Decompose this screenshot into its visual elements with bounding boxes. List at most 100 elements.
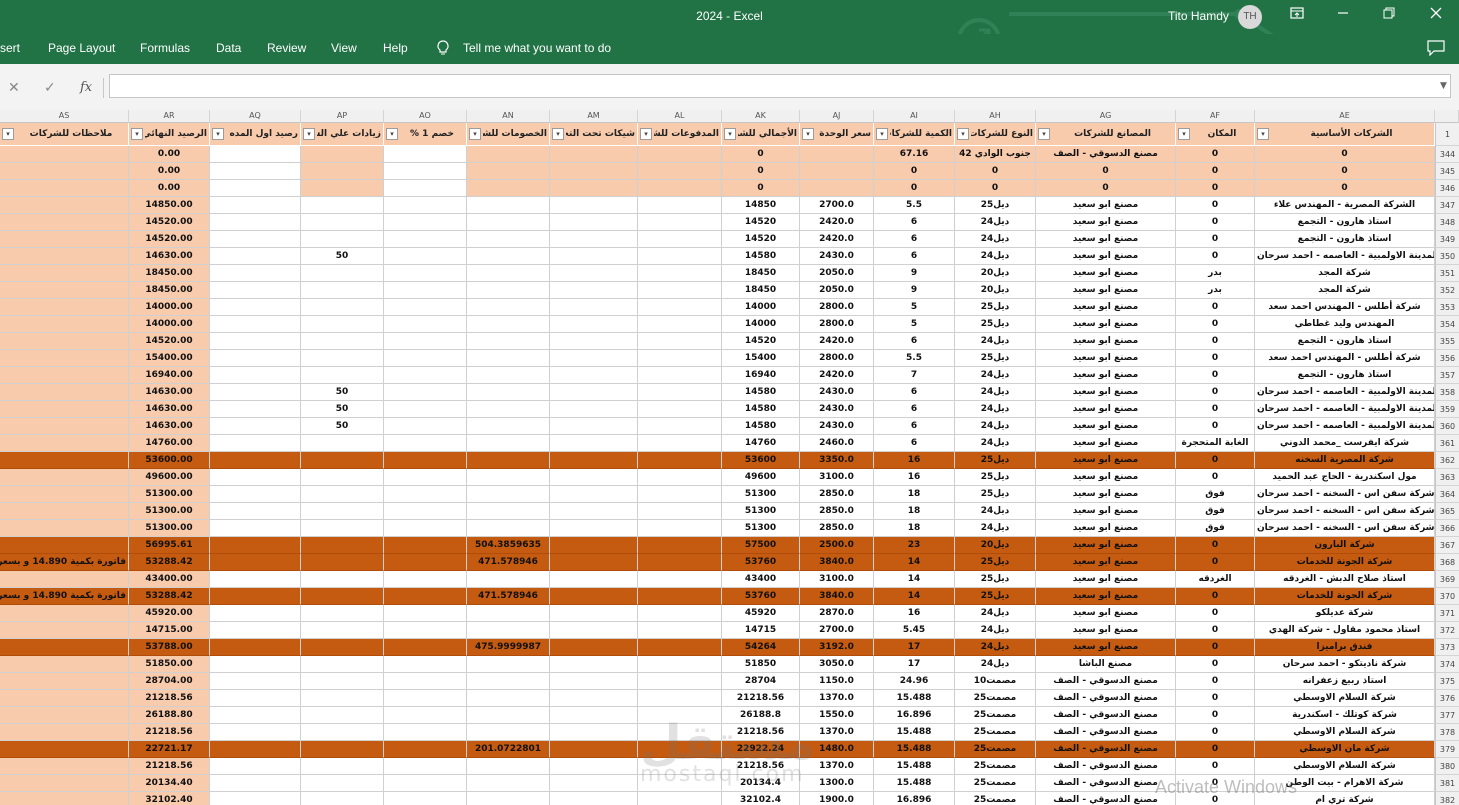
cell-ao[interactable] [384,214,467,231]
row-number[interactable]: 354 [1435,316,1459,333]
cell-af[interactable]: 0 [1176,248,1255,265]
cell-ag[interactable]: مصنع ابو سعيد [1036,299,1176,316]
cell-af[interactable]: 0 [1176,469,1255,486]
cell-al[interactable] [638,401,722,418]
cell-am[interactable] [550,401,638,418]
cell-ag[interactable]: مصنع ابو سعيد [1036,401,1176,418]
cell-aj[interactable]: 2700.0 [800,622,874,639]
cell-ag[interactable]: مصنع ابو سعيد [1036,350,1176,367]
row-number[interactable]: 347 [1435,197,1459,214]
cell-ai[interactable]: 14 [874,554,955,571]
cell-ah[interactable]: مصمت25 [955,707,1036,724]
cell-ap[interactable] [301,758,384,775]
cell-ar[interactable]: 14520.00 [129,231,210,248]
cell-ag[interactable]: مصنع ابو سعيد [1036,214,1176,231]
filter-header-al[interactable]: المدفوعات للشرك▾ [638,123,722,146]
cell-ar[interactable]: 14630.00 [129,384,210,401]
cell-ai[interactable]: 5.5 [874,197,955,214]
cell-ag[interactable]: مصنع ابو سعيد [1036,503,1176,520]
cell-ae[interactable]: شركة سفن اس - السخنه - احمد سرحان [1255,486,1435,503]
cell-ae[interactable]: استاذ هارون - التجمع [1255,333,1435,350]
cell-as[interactable] [0,316,129,333]
cell-as[interactable] [0,656,129,673]
cell-ao[interactable] [384,571,467,588]
cell-af[interactable]: فوق [1176,486,1255,503]
cell-ar[interactable]: 32102.40 [129,792,210,805]
cell-ak[interactable]: 14580 [722,401,800,418]
cell-ah[interactable]: ديل24 [955,384,1036,401]
row-number[interactable]: 359 [1435,401,1459,418]
cell-ap[interactable] [301,282,384,299]
cell-aq[interactable] [210,724,301,741]
cell-ah[interactable]: ديل24 [955,418,1036,435]
cell-aj[interactable] [800,163,874,180]
cell-ar[interactable]: 51300.00 [129,486,210,503]
cell-al[interactable] [638,367,722,384]
cell-ai[interactable]: 6 [874,384,955,401]
cell-ag[interactable]: مصنع الدسوقي - الصف [1036,673,1176,690]
cell-ar[interactable]: 21218.56 [129,690,210,707]
cell-aj[interactable]: 2800.0 [800,299,874,316]
cell-ao[interactable] [384,469,467,486]
cell-ah[interactable]: ديل25 [955,554,1036,571]
cell-an[interactable] [467,469,550,486]
cell-ae[interactable]: استاذ محمود مقاول - شركة الهدي [1255,622,1435,639]
cell-ai[interactable]: 6 [874,401,955,418]
cell-aq[interactable] [210,622,301,639]
cell-ah[interactable]: ديل24 [955,333,1036,350]
row-number[interactable]: 350 [1435,248,1459,265]
cell-ae[interactable]: شركة مان الاوسطي [1255,741,1435,758]
cell-al[interactable] [638,180,722,197]
row-number[interactable]: 346 [1435,180,1459,197]
cell-ai[interactable]: 6 [874,231,955,248]
cell-ao[interactable] [384,588,467,605]
cell-af[interactable]: 0 [1176,384,1255,401]
cell-ae[interactable]: شركة سفن اس - السخنه - احمد سرحان [1255,503,1435,520]
cell-ae[interactable]: شركة كوتلك - اسكندرية [1255,707,1435,724]
cell-an[interactable] [467,163,550,180]
filter-header-as[interactable]: ملاحظات للشركات ▾ [0,123,129,146]
cell-ap[interactable]: 50 [301,401,384,418]
cell-ae[interactable]: المدينة الاولمبية - العاصمه - احمد سرحان [1255,384,1435,401]
cell-al[interactable] [638,554,722,571]
cell-al[interactable] [638,316,722,333]
filter-header-ar[interactable]: الرصيد النهائي للش▾ [129,123,210,146]
column-header-ak[interactable]: AK [722,110,800,123]
cell-ai[interactable]: 5 [874,316,955,333]
cell-am[interactable] [550,554,638,571]
cell-aq[interactable] [210,758,301,775]
cell-ag[interactable]: مصنع ابو سعيد [1036,282,1176,299]
cell-ak[interactable]: 53760 [722,554,800,571]
row-number[interactable]: 363 [1435,469,1459,486]
cell-af[interactable]: الغردقه [1176,571,1255,588]
cell-as[interactable] [0,537,129,554]
cell-ai[interactable]: 18 [874,486,955,503]
filter-header-aq[interactable]: رصيد اول المده للشر▾ [210,123,301,146]
worksheet-grid[interactable]: AE الشركات الأساسية ▾ AF المكان ▾ AG المصانع لل… [0,110,1459,805]
cell-an[interactable] [467,146,550,163]
row-number[interactable]: 379 [1435,741,1459,758]
cell-am[interactable] [550,775,638,792]
cell-ak[interactable]: 14520 [722,333,800,350]
cell-ah[interactable]: ديل25 [955,571,1036,588]
cell-as[interactable] [0,435,129,452]
cell-ae[interactable]: المدينة الاولمبية - العاصمه - احمد سرحان [1255,248,1435,265]
cell-ah[interactable]: ديل24 [955,622,1036,639]
cell-am[interactable] [550,792,638,805]
cell-ae[interactable]: الشركة المصرية - المهندس علاء [1255,197,1435,214]
cell-ah[interactable]: مصمت25 [955,792,1036,805]
cell-an[interactable] [467,724,550,741]
column-header-ar[interactable]: AR [129,110,210,123]
cell-ah[interactable]: ديل25 [955,588,1036,605]
cell-al[interactable] [638,622,722,639]
filter-dropdown-icon[interactable]: ▾ [876,128,888,140]
column-header-aj[interactable]: AJ [800,110,874,123]
cell-ah[interactable]: جنوب الوادي 42 [955,146,1036,163]
cell-ah[interactable]: ديل24 [955,639,1036,656]
tab-page-layout[interactable]: Page Layout [48,41,115,55]
column-header-al[interactable]: AL [638,110,722,123]
cell-ap[interactable] [301,163,384,180]
cell-as[interactable] [0,707,129,724]
cell-al[interactable] [638,605,722,622]
cell-ao[interactable] [384,367,467,384]
